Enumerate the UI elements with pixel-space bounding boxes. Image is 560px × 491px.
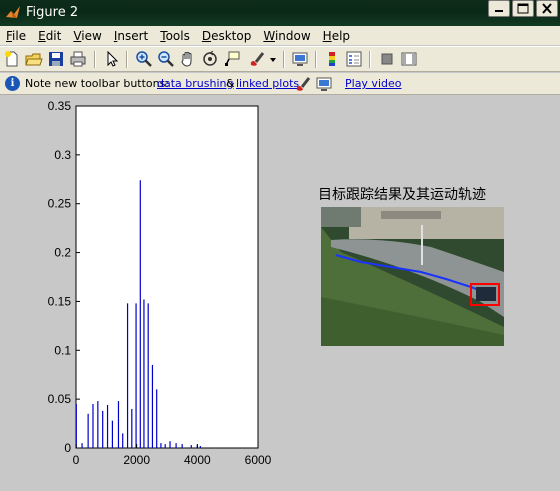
- info-icon: i: [5, 76, 20, 91]
- brush-icon[interactable]: [248, 50, 266, 68]
- info-bar: i Note new toolbar buttons: data brushin…: [0, 73, 560, 95]
- link-plot-icon[interactable]: [291, 50, 309, 68]
- menu-edit[interactable]: Edit: [32, 29, 67, 43]
- close-icon: [542, 3, 552, 14]
- image-windows: [381, 211, 441, 219]
- close-button[interactable]: [536, 0, 558, 17]
- menu-insert[interactable]: Insert: [108, 29, 154, 43]
- maximize-icon: [517, 3, 529, 14]
- image-building-dark: [321, 207, 361, 227]
- toolbar-separator: [315, 51, 317, 68]
- toolbar-separator: [283, 51, 285, 68]
- rotate-3d-icon[interactable]: [201, 50, 219, 68]
- open-file-icon[interactable]: [25, 50, 43, 68]
- title-bar[interactable]: Figure 2: [0, 0, 560, 26]
- zoom-out-icon[interactable]: [157, 50, 175, 68]
- toolbar-separator: [369, 51, 371, 68]
- x-tick-label: 0: [73, 453, 80, 467]
- car: [476, 287, 496, 301]
- minimize-icon: [495, 10, 503, 12]
- figure-toolbar: [0, 46, 560, 72]
- linked-plots-link[interactable]: linked plots: [236, 77, 299, 90]
- zoom-in-icon[interactable]: [135, 50, 153, 68]
- y-tick-label: 0: [64, 441, 71, 455]
- matlab-figure-window: Figure 2 File Edit View Insert Tools Des…: [0, 0, 560, 491]
- data-cursor-icon[interactable]: [223, 50, 241, 68]
- link-small-icon: [316, 77, 332, 91]
- y-tick-label: 0.3: [54, 148, 71, 162]
- show-plot-tools-icon[interactable]: [400, 50, 418, 68]
- brush-small-icon: [296, 77, 311, 91]
- y-tick-label: 0.15: [48, 294, 72, 308]
- y-tick-label: 0.1: [54, 343, 71, 357]
- menu-tools[interactable]: Tools: [154, 29, 196, 43]
- y-tick-label: 0.25: [48, 197, 72, 211]
- menu-desktop[interactable]: Desktop: [196, 29, 258, 43]
- toolbar-separator: [126, 51, 128, 68]
- ampersand-text: &: [226, 77, 235, 90]
- save-icon[interactable]: [47, 50, 65, 68]
- menu-window[interactable]: Window: [257, 29, 316, 43]
- new-figure-icon[interactable]: [3, 50, 21, 68]
- x-tick-label: 2000: [123, 453, 150, 467]
- y-axis: 0 0.05 0.1 0.15 0.2 0.25 0.3 0.35: [48, 99, 80, 455]
- y-tick-label: 0.2: [54, 246, 71, 260]
- plot-area: [75, 105, 259, 449]
- dropdown-arrow-icon[interactable]: [268, 50, 278, 68]
- pointer-icon[interactable]: [103, 50, 121, 68]
- window-title: Figure 2: [26, 5, 79, 20]
- menu-help[interactable]: Help: [317, 29, 356, 43]
- window-controls: [488, 0, 558, 18]
- x-tick-label: 4000: [184, 453, 211, 467]
- play-video-link[interactable]: Play video: [345, 77, 401, 90]
- tracking-image: [321, 207, 504, 346]
- data-brushing-link[interactable]: data brushing: [157, 77, 233, 90]
- toolbar-separator: [94, 51, 96, 68]
- menu-view[interactable]: View: [67, 29, 107, 43]
- image-pole: [421, 225, 423, 265]
- print-icon[interactable]: [69, 50, 87, 68]
- colorbar-icon[interactable]: [323, 50, 341, 68]
- maximize-button[interactable]: [512, 0, 534, 17]
- info-note-text: Note new toolbar buttons:: [25, 77, 170, 90]
- y-tick-label: 0.05: [48, 392, 72, 406]
- menu-file[interactable]: File: [0, 29, 32, 43]
- legend-icon[interactable]: [345, 50, 363, 68]
- x-tick-label: 6000: [245, 453, 272, 467]
- menu-bar: File Edit View Insert Tools Desktop Wind…: [0, 26, 560, 45]
- matlab-logo-icon: [6, 6, 20, 18]
- image-panel-title: 目标跟踪结果及其运动轨迹: [318, 187, 486, 203]
- hide-plot-tools-icon[interactable]: [378, 50, 396, 68]
- pan-icon[interactable]: [179, 50, 197, 68]
- y-tick-label: 0.35: [48, 99, 72, 113]
- minimize-button[interactable]: [488, 0, 510, 17]
